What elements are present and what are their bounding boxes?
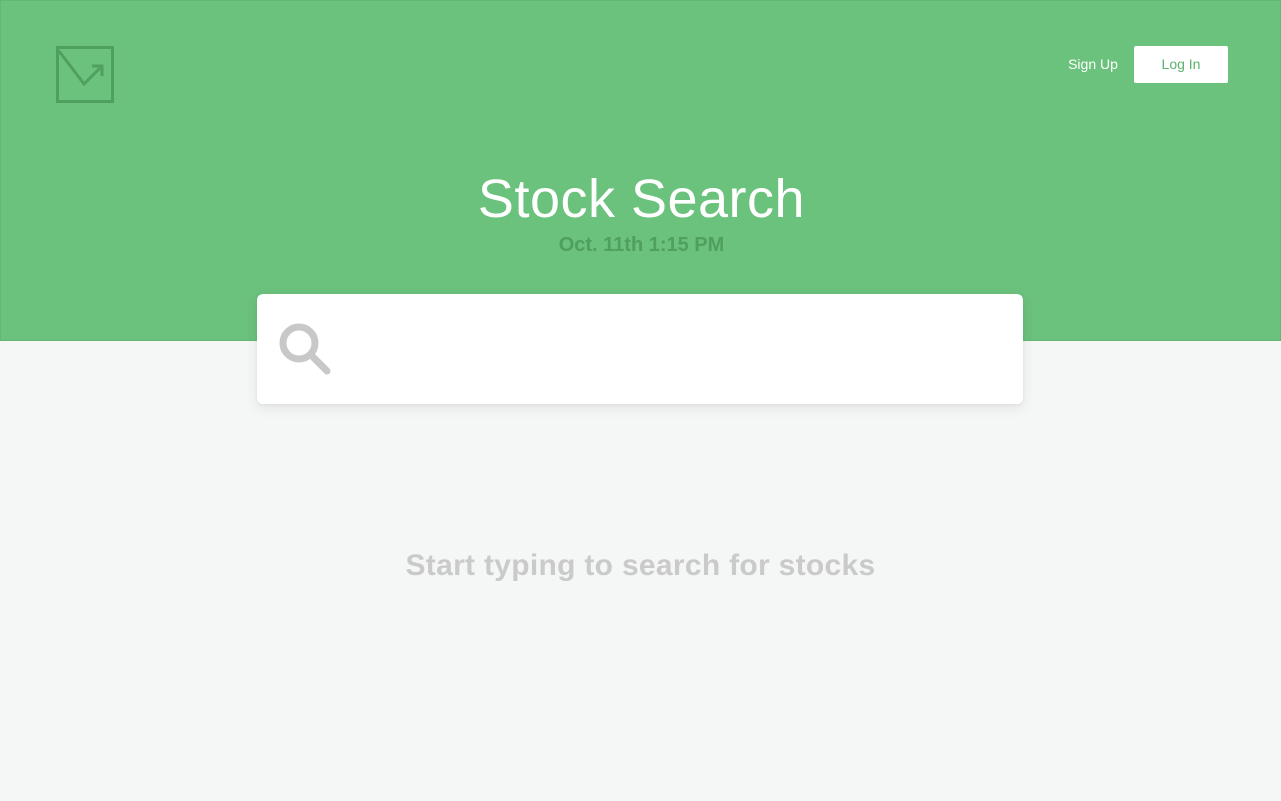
hero-banner: Sign Up Log In Stock Search Oct. 11th 1:… bbox=[0, 0, 1281, 341]
search-icon bbox=[277, 321, 333, 377]
search-input[interactable] bbox=[347, 314, 997, 384]
page: Sign Up Log In Stock Search Oct. 11th 1:… bbox=[0, 0, 1281, 801]
log-in-button[interactable]: Log In bbox=[1134, 46, 1228, 83]
search-box[interactable] bbox=[257, 294, 1023, 404]
chart-up-arrow-icon bbox=[56, 46, 114, 103]
sign-up-link[interactable]: Sign Up bbox=[1053, 46, 1133, 83]
page-title: Stock Search bbox=[477, 169, 806, 229]
logo[interactable] bbox=[56, 46, 114, 103]
empty-state-message: Start typing to search for stocks bbox=[405, 549, 876, 582]
current-datetime: Oct. 11th 1:15 PM bbox=[558, 234, 725, 256]
